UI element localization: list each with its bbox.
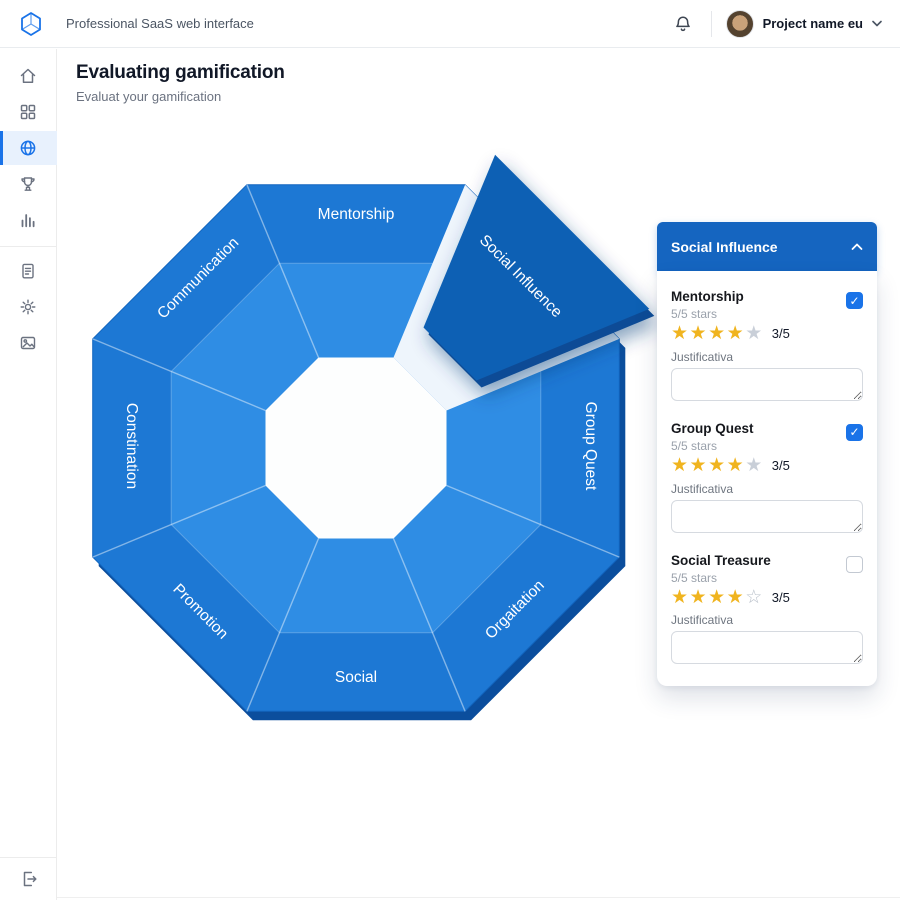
star-muted-icon[interactable]: ★	[745, 322, 764, 344]
topbar: Professional SaaS web interface Project …	[0, 0, 900, 48]
app-logo-icon[interactable]	[18, 11, 44, 37]
star-rating[interactable]: ★★★★★	[671, 322, 764, 346]
sidebar-item-settings[interactable]	[0, 290, 57, 324]
sidebar-item-apps[interactable]	[0, 95, 57, 129]
wheel-label-group-quest[interactable]: Group Quest	[582, 402, 599, 491]
criterion-name: Social Treasure	[671, 553, 863, 568]
criterion-block-social-treasure: Social Treasure 5/5 stars ★★★★☆ 3/5 Just…	[671, 547, 863, 679]
score-value: 3/5	[772, 326, 790, 341]
sidebar-divider	[0, 246, 57, 247]
sidebar-item-documents[interactable]	[0, 254, 57, 288]
avatar	[726, 10, 754, 38]
globe-icon	[18, 138, 38, 158]
notifications-bell-icon[interactable]	[669, 10, 697, 38]
score-value: 3/5	[772, 590, 790, 605]
star-icon[interactable]: ★	[708, 322, 727, 344]
star-icon[interactable]: ★	[727, 322, 746, 344]
star-muted-icon[interactable]: ★	[745, 454, 764, 476]
star-icon[interactable]: ★	[671, 454, 690, 476]
score-value: 3/5	[772, 458, 790, 473]
panel-body: Mentorship 5/5 stars ★★★★★ 3/5 Justifica…	[657, 271, 877, 686]
chevron-up-icon	[851, 243, 863, 251]
star-icon[interactable]: ★	[708, 454, 727, 476]
stars-caption: 5/5 stars	[671, 307, 863, 321]
project-name: Project name eu	[763, 16, 863, 31]
sidebar-item-media[interactable]	[0, 326, 57, 360]
sidebar-item-gamification[interactable]	[0, 131, 57, 165]
justification-textarea[interactable]	[671, 500, 863, 533]
wheel-label-mentorship[interactable]: Mentorship	[318, 206, 395, 223]
star-icon[interactable]: ★	[690, 586, 709, 608]
justification-label: Justificativa	[671, 482, 863, 496]
star-icon[interactable]: ★	[690, 454, 709, 476]
star-outline-icon[interactable]: ☆	[745, 586, 764, 608]
apps-icon	[18, 102, 38, 122]
criterion-name: Mentorship	[671, 289, 863, 304]
topbar-divider	[711, 11, 712, 37]
criterion-checkbox[interactable]	[846, 424, 863, 441]
stats-icon	[18, 210, 38, 230]
star-icon[interactable]: ★	[708, 586, 727, 608]
justification-label: Justificativa	[671, 350, 863, 364]
star-icon[interactable]: ★	[671, 586, 690, 608]
justification-textarea[interactable]	[671, 631, 863, 664]
stars-caption: 5/5 stars	[671, 571, 863, 585]
page-heading: Evaluating gamification Evaluat your gam…	[76, 62, 285, 104]
wheel-center	[266, 358, 447, 539]
star-icon[interactable]: ★	[727, 454, 746, 476]
gamification-wheel: Mentorship Group Quest Orgaitation Socia…	[66, 148, 666, 748]
settings-icon	[18, 297, 38, 317]
evaluation-panel: Social Influence Mentorship 5/5 stars ★★…	[657, 222, 877, 686]
criterion-block-mentorship: Mentorship 5/5 stars ★★★★★ 3/5 Justifica…	[671, 283, 863, 415]
panel-title: Social Influence	[671, 239, 778, 255]
sidebar-item-home[interactable]	[0, 59, 57, 93]
sidebar-footer	[0, 857, 57, 900]
star-rating[interactable]: ★★★★★	[671, 454, 764, 478]
app-title: Professional SaaS web interface	[66, 16, 254, 31]
panel-header[interactable]: Social Influence	[657, 222, 877, 271]
chevron-down-icon	[872, 20, 882, 27]
wheel-label-social[interactable]: Social	[335, 669, 377, 686]
criterion-checkbox[interactable]	[846, 556, 863, 573]
sidebar	[0, 49, 57, 900]
star-rating[interactable]: ★★★★☆	[671, 586, 764, 610]
sidebar-item-achievements[interactable]	[0, 167, 57, 201]
wheel-label-constination[interactable]: Constination	[123, 403, 140, 489]
stars-caption: 5/5 stars	[671, 439, 863, 453]
trophy-icon	[18, 174, 38, 194]
star-icon[interactable]: ★	[690, 322, 709, 344]
page-title: Evaluating gamification	[76, 62, 285, 84]
criterion-checkbox[interactable]	[846, 292, 863, 309]
logout-button[interactable]	[0, 862, 57, 896]
justification-textarea[interactable]	[671, 368, 863, 401]
media-icon	[18, 333, 38, 353]
criterion-name: Group Quest	[671, 421, 863, 436]
logout-icon	[19, 869, 39, 889]
star-icon[interactable]: ★	[671, 322, 690, 344]
home-icon	[18, 66, 38, 86]
sidebar-item-stats[interactable]	[0, 203, 57, 237]
criterion-block-group-quest: Group Quest 5/5 stars ★★★★★ 3/5 Justific…	[671, 415, 863, 547]
page-subtitle: Evaluat your gamification	[76, 89, 285, 104]
justification-label: Justificativa	[671, 613, 863, 627]
project-switcher[interactable]: Project name eu	[726, 10, 882, 38]
page-bottom-divider	[0, 897, 900, 898]
star-icon[interactable]: ★	[727, 586, 746, 608]
document-icon	[18, 261, 38, 281]
